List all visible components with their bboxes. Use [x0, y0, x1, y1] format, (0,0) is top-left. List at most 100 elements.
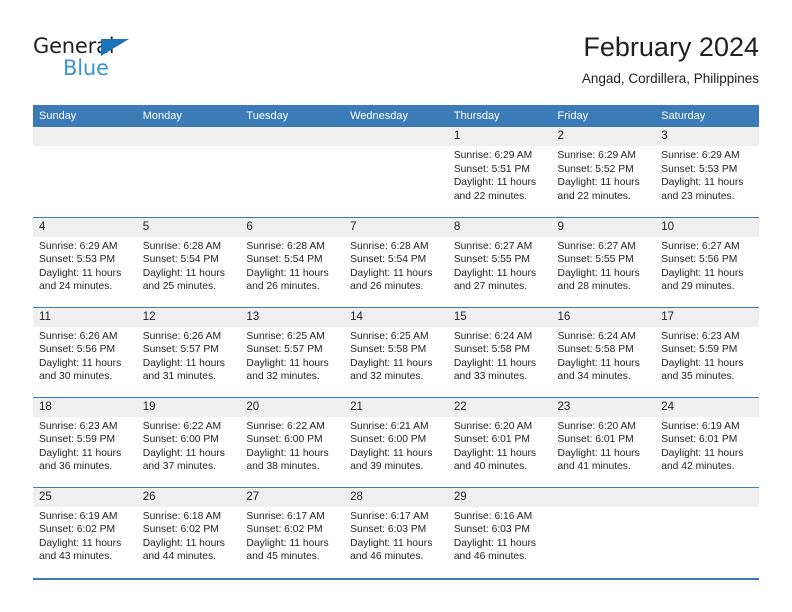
sunset-text: Sunset: 5:52 PM — [557, 163, 634, 175]
page-header: General Blue February 2024 Angad, Cordil… — [33, 30, 759, 98]
day-number: 17 — [655, 307, 759, 327]
day-cell-content: 10 Sunrise: 6:27 AM Sunset: 5:56 PM Dayligh… — [655, 217, 759, 307]
day-number: 3 — [655, 127, 759, 146]
calendar-day-cell[interactable]: 10 Sunrise: 6:27 AM Sunset: 5:56 PM Dayligh… — [655, 216, 759, 307]
daylight-text: Daylight: 11 hours and 38 minutes. — [246, 447, 329, 473]
day-number — [33, 127, 137, 146]
calendar-day-cell[interactable]: 15 Sunrise: 6:24 AM Sunset: 5:58 PM Dayligh… — [447, 306, 552, 397]
sunrise-text: Sunrise: 6:22 AM — [142, 420, 222, 432]
calendar-day-cell[interactable]: 14 Sunrise: 6:25 AM Sunset: 5:58 PM Dayligh… — [344, 306, 448, 397]
sunset-text: Sunset: 6:03 PM — [350, 524, 427, 536]
day-cell-content: 27 Sunrise: 6:17 AM Sunset: 6:02 PM Dayligh… — [240, 487, 345, 578]
day-cell-content: 5 Sunrise: 6:28 AM Sunset: 5:54 PM Daylight… — [136, 217, 241, 307]
calendar-day-cell[interactable]: 24 Sunrise: 6:19 AM Sunset: 6:01 PM Dayligh… — [655, 396, 759, 487]
general-blue-logo[interactable]: General Blue — [33, 34, 233, 90]
calendar-day-cell[interactable]: 20 Sunrise: 6:22 AM Sunset: 6:00 PM Dayligh… — [240, 396, 345, 487]
sunrise-text: Sunrise: 6:28 AM — [246, 240, 325, 252]
day-sun-info: Sunrise: 6:19 AM Sunset: 6:01 PM Daylight:… — [655, 417, 759, 474]
day-number: 15 — [447, 307, 552, 327]
calendar-day-cell[interactable]: 1 Sunrise: 6:29 AM Sunset: 5:51 PM Daylight… — [447, 127, 552, 217]
day-sun-info: Sunrise: 6:22 AM Sunset: 6:00 PM Daylight:… — [137, 417, 241, 474]
day-number: 16 — [551, 307, 656, 327]
day-sun-info: Sunrise: 6:28 AM Sunset: 5:54 PM Daylight:… — [137, 237, 241, 294]
daylight-text: Daylight: 11 hours and 25 minutes. — [142, 267, 225, 293]
calendar-day-cell[interactable]: 3 Sunrise: 6:29 AM Sunset: 5:53 PM Daylight… — [655, 127, 759, 217]
calendar-day-cell[interactable]: 28 Sunrise: 6:17 AM Sunset: 6:03 PM Dayligh… — [344, 486, 448, 578]
day-sun-info: Sunrise: 6:17 AM Sunset: 6:03 PM Daylight:… — [344, 507, 448, 564]
calendar-day-cell[interactable]: 25 Sunrise: 6:19 AM Sunset: 6:02 PM Dayligh… — [33, 486, 137, 578]
sunrise-text: Sunrise: 6:23 AM — [661, 330, 740, 342]
calendar-day-cell[interactable]: 9 Sunrise: 6:27 AM Sunset: 5:55 PM Daylight… — [551, 216, 656, 307]
calendar-day-cell[interactable]: 29 Sunrise: 6:16 AM Sunset: 6:03 PM Dayligh… — [447, 486, 552, 578]
day-sun-info: Sunrise: 6:26 AM Sunset: 5:57 PM Daylight:… — [137, 327, 241, 384]
day-number: 7 — [344, 217, 448, 237]
sunset-text: Sunset: 6:01 PM — [661, 434, 738, 446]
day-number: 10 — [655, 217, 759, 237]
sunrise-text: Sunrise: 6:28 AM — [350, 240, 429, 252]
sunrise-text: Sunrise: 6:26 AM — [142, 330, 222, 342]
day-cell-content: 29 Sunrise: 6:16 AM Sunset: 6:03 PM Dayligh… — [447, 487, 552, 578]
day-sun-info: Sunrise: 6:27 AM Sunset: 5:55 PM Daylight:… — [552, 237, 656, 294]
day-sun-info: Sunrise: 6:28 AM Sunset: 5:54 PM Daylight:… — [240, 237, 344, 294]
calendar-day-cell[interactable]: 22 Sunrise: 6:20 AM Sunset: 6:01 PM Dayligh… — [447, 396, 552, 487]
day-cell-content: 17 Sunrise: 6:23 AM Sunset: 5:59 PM Dayligh… — [655, 307, 759, 397]
calendar-day-cell[interactable]: 2 Sunrise: 6:29 AM Sunset: 5:52 PM Daylight… — [551, 127, 656, 217]
calendar-day-cell[interactable]: 7 Sunrise: 6:28 AM Sunset: 5:54 PM Daylight… — [344, 216, 448, 307]
calendar-day-cell[interactable]: 19 Sunrise: 6:22 AM Sunset: 6:00 PM Dayligh… — [136, 396, 241, 487]
daylight-text: Daylight: 11 hours and 32 minutes. — [350, 357, 433, 383]
daylight-text: Daylight: 11 hours and 36 minutes. — [39, 447, 122, 473]
daylight-text: Daylight: 11 hours and 46 minutes. — [350, 537, 433, 563]
calendar-body: 1 Sunrise: 6:29 AM Sunset: 5:51 PM Daylight… — [33, 127, 759, 577]
sunrise-sunset-calendar: Sunday Monday Tuesday Wednesday Thursday… — [33, 105, 759, 577]
calendar-day-cell — [136, 127, 241, 217]
daylight-text: Daylight: 11 hours and 46 minutes. — [453, 537, 537, 563]
calendar-day-cell[interactable]: 26 Sunrise: 6:18 AM Sunset: 6:02 PM Dayligh… — [136, 486, 241, 577]
sunset-text: Sunset: 6:03 PM — [453, 524, 530, 536]
day-cell-content: 28 Sunrise: 6:17 AM Sunset: 6:03 PM Dayligh… — [344, 487, 448, 578]
calendar-day-cell[interactable]: 4 Sunrise: 6:29 AM Sunset: 5:53 PM Daylight… — [33, 216, 137, 307]
daylight-text: Daylight: 11 hours and 33 minutes. — [453, 357, 537, 383]
calendar-day-cell[interactable]: 8 Sunrise: 6:27 AM Sunset: 5:55 PM Daylight… — [447, 216, 552, 307]
sunset-text: Sunset: 6:01 PM — [557, 434, 634, 446]
sunrise-text: Sunrise: 6:18 AM — [142, 510, 222, 522]
day-cell-content: 25 Sunrise: 6:19 AM Sunset: 6:02 PM Dayligh… — [33, 487, 137, 578]
calendar-day-cell[interactable]: 17 Sunrise: 6:23 AM Sunset: 5:59 PM Dayligh… — [655, 306, 759, 397]
day-number — [655, 487, 759, 507]
day-number: 13 — [240, 307, 345, 327]
day-number — [344, 127, 448, 146]
sunrise-text: Sunrise: 6:17 AM — [246, 510, 325, 522]
calendar-day-cell[interactable]: 21 Sunrise: 6:21 AM Sunset: 6:00 PM Dayligh… — [344, 396, 448, 487]
calendar-day-cell[interactable]: 6 Sunrise: 6:28 AM Sunset: 5:54 PM Daylight… — [240, 216, 345, 307]
sunrise-text: Sunrise: 6:21 AM — [350, 420, 429, 432]
sunset-text: Sunset: 5:57 PM — [142, 344, 219, 356]
day-number: 22 — [447, 397, 552, 417]
sunrise-text: Sunrise: 6:29 AM — [557, 150, 636, 161]
day-sun-info: Sunrise: 6:29 AM Sunset: 5:53 PM Daylight:… — [33, 237, 137, 294]
sunset-text: Sunset: 5:54 PM — [246, 254, 323, 266]
calendar-day-cell[interactable]: 11 Sunrise: 6:26 AM Sunset: 5:56 PM Dayligh… — [33, 306, 137, 397]
daylight-text: Daylight: 11 hours and 43 minutes. — [39, 537, 122, 563]
title-block: February 2024 Angad, Cordillera, Philipp… — [582, 30, 759, 90]
sunset-text: Sunset: 5:53 PM — [661, 163, 738, 175]
calendar-day-cell[interactable]: 18 Sunrise: 6:23 AM Sunset: 5:59 PM Dayligh… — [33, 396, 137, 487]
sunset-text: Sunset: 5:54 PM — [142, 254, 219, 266]
calendar-day-cell[interactable]: 16 Sunrise: 6:24 AM Sunset: 5:58 PM Dayligh… — [551, 306, 656, 397]
calendar-day-cell[interactable]: 5 Sunrise: 6:28 AM Sunset: 5:54 PM Daylight… — [136, 216, 241, 307]
day-sun-info: Sunrise: 6:19 AM Sunset: 6:02 PM Daylight:… — [33, 507, 137, 564]
calendar-day-cell — [344, 127, 448, 217]
calendar-day-cell[interactable]: 13 Sunrise: 6:25 AM Sunset: 5:57 PM Dayligh… — [240, 306, 345, 397]
day-sun-info: Sunrise: 6:25 AM Sunset: 5:57 PM Daylight:… — [240, 327, 344, 384]
daylight-text: Daylight: 11 hours and 27 minutes. — [453, 267, 537, 293]
day-cell-content: 6 Sunrise: 6:28 AM Sunset: 5:54 PM Daylight… — [240, 217, 345, 307]
day-number: 12 — [136, 307, 241, 327]
sunset-text: Sunset: 6:01 PM — [453, 434, 530, 446]
sunrise-text: Sunrise: 6:23 AM — [39, 420, 118, 432]
day-sun-info: Sunrise: 6:28 AM Sunset: 5:54 PM Daylight:… — [344, 237, 448, 294]
sunset-text: Sunset: 5:58 PM — [453, 344, 530, 356]
calendar-day-cell[interactable]: 23 Sunrise: 6:20 AM Sunset: 6:01 PM Dayligh… — [551, 396, 656, 487]
day-sun-info: Sunrise: 6:29 AM Sunset: 5:51 PM Daylight:… — [448, 146, 552, 203]
calendar-day-cell[interactable]: 12 Sunrise: 6:26 AM Sunset: 5:57 PM Dayligh… — [136, 306, 241, 397]
day-cell-content: 20 Sunrise: 6:22 AM Sunset: 6:00 PM Dayligh… — [240, 397, 345, 487]
day-sun-info: Sunrise: 6:26 AM Sunset: 5:56 PM Daylight:… — [33, 327, 137, 384]
calendar-day-cell[interactable]: 27 Sunrise: 6:17 AM Sunset: 6:02 PM Dayligh… — [240, 486, 345, 578]
